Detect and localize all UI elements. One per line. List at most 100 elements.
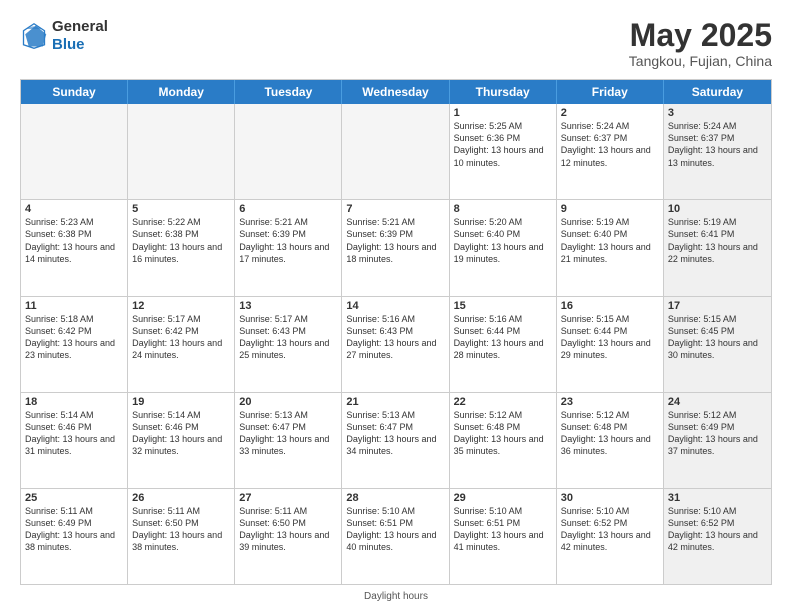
day-number: 11: [25, 300, 123, 312]
day-info: Sunrise: 5:15 AM Sunset: 6:44 PM Dayligh…: [561, 313, 659, 362]
day-cell: 7Sunrise: 5:21 AM Sunset: 6:39 PM Daylig…: [342, 200, 449, 295]
week-row-4: 18Sunrise: 5:14 AM Sunset: 6:46 PM Dayli…: [21, 393, 771, 489]
day-info: Sunrise: 5:21 AM Sunset: 6:39 PM Dayligh…: [346, 216, 444, 265]
day-cell: 4Sunrise: 5:23 AM Sunset: 6:38 PM Daylig…: [21, 200, 128, 295]
day-number: 18: [25, 396, 123, 408]
logo: General Blue: [20, 18, 108, 54]
week-row-3: 11Sunrise: 5:18 AM Sunset: 6:42 PM Dayli…: [21, 297, 771, 393]
day-number: 17: [668, 300, 767, 312]
header: General Blue May 2025 Tangkou, Fujian, C…: [20, 18, 772, 69]
day-number: 16: [561, 300, 659, 312]
header-thursday: Thursday: [450, 80, 557, 104]
day-info: Sunrise: 5:10 AM Sunset: 6:52 PM Dayligh…: [561, 505, 659, 554]
day-number: 5: [132, 203, 230, 215]
day-cell: 20Sunrise: 5:13 AM Sunset: 6:47 PM Dayli…: [235, 393, 342, 488]
day-info: Sunrise: 5:14 AM Sunset: 6:46 PM Dayligh…: [25, 409, 123, 458]
day-number: 8: [454, 203, 552, 215]
day-cell: 15Sunrise: 5:16 AM Sunset: 6:44 PM Dayli…: [450, 297, 557, 392]
day-cell: 9Sunrise: 5:19 AM Sunset: 6:40 PM Daylig…: [557, 200, 664, 295]
day-number: 26: [132, 492, 230, 504]
day-cell: [342, 104, 449, 199]
day-cell: 16Sunrise: 5:15 AM Sunset: 6:44 PM Dayli…: [557, 297, 664, 392]
day-info: Sunrise: 5:22 AM Sunset: 6:38 PM Dayligh…: [132, 216, 230, 265]
day-cell: 2Sunrise: 5:24 AM Sunset: 6:37 PM Daylig…: [557, 104, 664, 199]
day-info: Sunrise: 5:16 AM Sunset: 6:44 PM Dayligh…: [454, 313, 552, 362]
day-info: Sunrise: 5:12 AM Sunset: 6:48 PM Dayligh…: [454, 409, 552, 458]
location: Tangkou, Fujian, China: [629, 53, 772, 69]
day-info: Sunrise: 5:11 AM Sunset: 6:50 PM Dayligh…: [132, 505, 230, 554]
day-number: 22: [454, 396, 552, 408]
day-cell: 6Sunrise: 5:21 AM Sunset: 6:39 PM Daylig…: [235, 200, 342, 295]
week-row-1: 1Sunrise: 5:25 AM Sunset: 6:36 PM Daylig…: [21, 104, 771, 200]
day-number: 29: [454, 492, 552, 504]
day-number: 4: [25, 203, 123, 215]
day-cell: [128, 104, 235, 199]
day-info: Sunrise: 5:17 AM Sunset: 6:43 PM Dayligh…: [239, 313, 337, 362]
day-info: Sunrise: 5:20 AM Sunset: 6:40 PM Dayligh…: [454, 216, 552, 265]
header-saturday: Saturday: [664, 80, 771, 104]
day-number: 6: [239, 203, 337, 215]
title-block: May 2025 Tangkou, Fujian, China: [629, 18, 772, 69]
day-cell: 3Sunrise: 5:24 AM Sunset: 6:37 PM Daylig…: [664, 104, 771, 199]
day-number: 25: [25, 492, 123, 504]
header-monday: Monday: [128, 80, 235, 104]
day-number: 28: [346, 492, 444, 504]
day-info: Sunrise: 5:15 AM Sunset: 6:45 PM Dayligh…: [668, 313, 767, 362]
day-cell: 27Sunrise: 5:11 AM Sunset: 6:50 PM Dayli…: [235, 489, 342, 584]
logo-blue: Blue: [52, 36, 108, 54]
calendar: Sunday Monday Tuesday Wednesday Thursday…: [20, 79, 772, 585]
day-info: Sunrise: 5:11 AM Sunset: 6:49 PM Dayligh…: [25, 505, 123, 554]
daylight-label: Daylight hours: [364, 591, 428, 602]
day-cell: 21Sunrise: 5:13 AM Sunset: 6:47 PM Dayli…: [342, 393, 449, 488]
day-number: 30: [561, 492, 659, 504]
day-info: Sunrise: 5:13 AM Sunset: 6:47 PM Dayligh…: [346, 409, 444, 458]
day-number: 10: [668, 203, 767, 215]
day-number: 1: [454, 107, 552, 119]
day-cell: [235, 104, 342, 199]
day-headers: Sunday Monday Tuesday Wednesday Thursday…: [21, 80, 771, 104]
day-number: 12: [132, 300, 230, 312]
header-friday: Friday: [557, 80, 664, 104]
day-cell: 17Sunrise: 5:15 AM Sunset: 6:45 PM Dayli…: [664, 297, 771, 392]
logo-text: General Blue: [52, 18, 108, 54]
day-cell: 13Sunrise: 5:17 AM Sunset: 6:43 PM Dayli…: [235, 297, 342, 392]
day-number: 2: [561, 107, 659, 119]
day-number: 14: [346, 300, 444, 312]
day-number: 13: [239, 300, 337, 312]
day-cell: 1Sunrise: 5:25 AM Sunset: 6:36 PM Daylig…: [450, 104, 557, 199]
day-cell: 25Sunrise: 5:11 AM Sunset: 6:49 PM Dayli…: [21, 489, 128, 584]
day-cell: 30Sunrise: 5:10 AM Sunset: 6:52 PM Dayli…: [557, 489, 664, 584]
day-cell: 14Sunrise: 5:16 AM Sunset: 6:43 PM Dayli…: [342, 297, 449, 392]
day-cell: 26Sunrise: 5:11 AM Sunset: 6:50 PM Dayli…: [128, 489, 235, 584]
calendar-body: 1Sunrise: 5:25 AM Sunset: 6:36 PM Daylig…: [21, 104, 771, 584]
day-info: Sunrise: 5:10 AM Sunset: 6:51 PM Dayligh…: [454, 505, 552, 554]
day-number: 21: [346, 396, 444, 408]
day-cell: 31Sunrise: 5:10 AM Sunset: 6:52 PM Dayli…: [664, 489, 771, 584]
day-info: Sunrise: 5:14 AM Sunset: 6:46 PM Dayligh…: [132, 409, 230, 458]
day-info: Sunrise: 5:11 AM Sunset: 6:50 PM Dayligh…: [239, 505, 337, 554]
day-number: 27: [239, 492, 337, 504]
day-info: Sunrise: 5:19 AM Sunset: 6:40 PM Dayligh…: [561, 216, 659, 265]
day-info: Sunrise: 5:21 AM Sunset: 6:39 PM Dayligh…: [239, 216, 337, 265]
day-info: Sunrise: 5:19 AM Sunset: 6:41 PM Dayligh…: [668, 216, 767, 265]
day-cell: 12Sunrise: 5:17 AM Sunset: 6:42 PM Dayli…: [128, 297, 235, 392]
day-cell: 28Sunrise: 5:10 AM Sunset: 6:51 PM Dayli…: [342, 489, 449, 584]
header-tuesday: Tuesday: [235, 80, 342, 104]
day-info: Sunrise: 5:12 AM Sunset: 6:49 PM Dayligh…: [668, 409, 767, 458]
logo-icon: [20, 22, 48, 50]
day-info: Sunrise: 5:25 AM Sunset: 6:36 PM Dayligh…: [454, 120, 552, 169]
day-info: Sunrise: 5:16 AM Sunset: 6:43 PM Dayligh…: [346, 313, 444, 362]
week-row-5: 25Sunrise: 5:11 AM Sunset: 6:49 PM Dayli…: [21, 489, 771, 584]
day-number: 19: [132, 396, 230, 408]
day-number: 23: [561, 396, 659, 408]
day-cell: 5Sunrise: 5:22 AM Sunset: 6:38 PM Daylig…: [128, 200, 235, 295]
day-info: Sunrise: 5:10 AM Sunset: 6:51 PM Dayligh…: [346, 505, 444, 554]
day-number: 9: [561, 203, 659, 215]
day-cell: 19Sunrise: 5:14 AM Sunset: 6:46 PM Dayli…: [128, 393, 235, 488]
day-cell: 8Sunrise: 5:20 AM Sunset: 6:40 PM Daylig…: [450, 200, 557, 295]
week-row-2: 4Sunrise: 5:23 AM Sunset: 6:38 PM Daylig…: [21, 200, 771, 296]
day-cell: [21, 104, 128, 199]
day-info: Sunrise: 5:23 AM Sunset: 6:38 PM Dayligh…: [25, 216, 123, 265]
header-sunday: Sunday: [21, 80, 128, 104]
day-cell: 29Sunrise: 5:10 AM Sunset: 6:51 PM Dayli…: [450, 489, 557, 584]
